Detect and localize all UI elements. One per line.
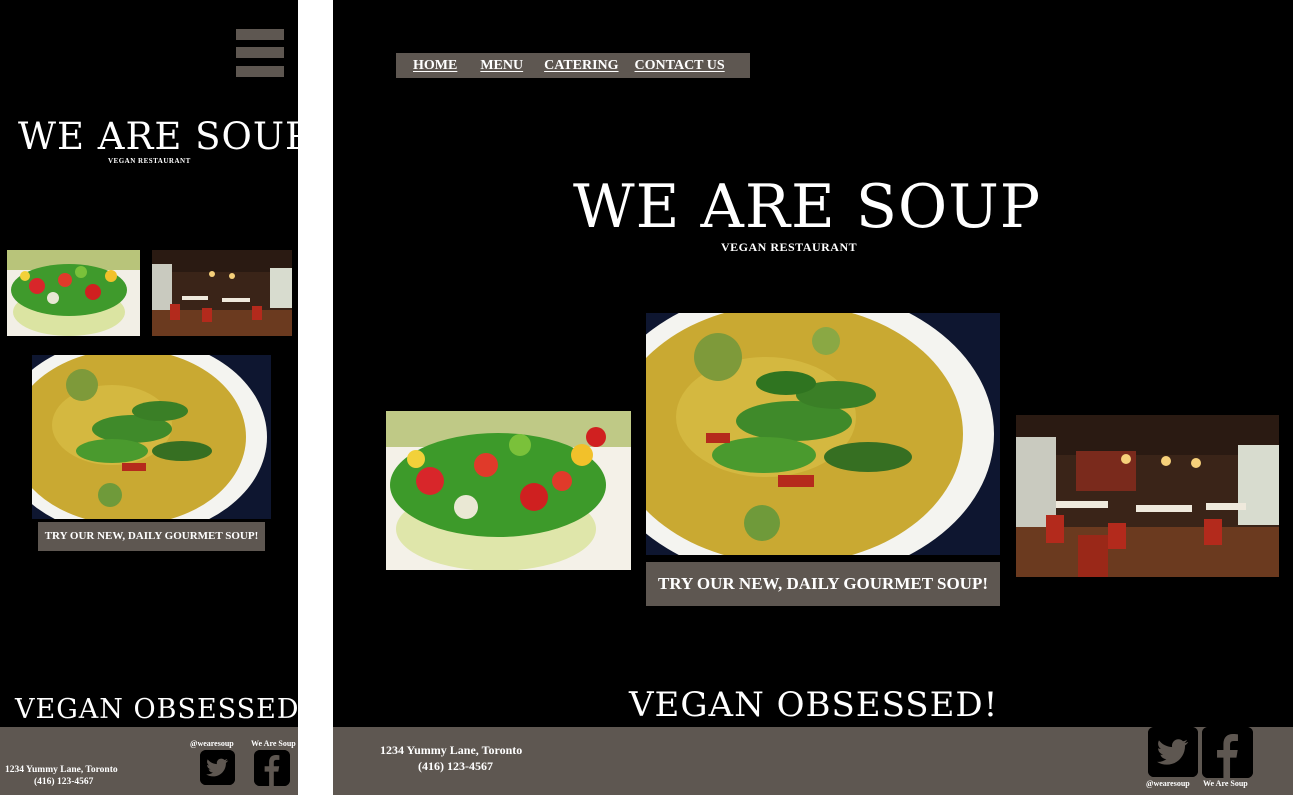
desktop-phone: (416) 123-4567 — [418, 759, 493, 773]
mobile-restaurant-photo — [152, 250, 292, 336]
desktop-promo-button[interactable]: TRY OUR NEW, DAILY GOURMET SOUP! — [646, 562, 1000, 606]
hamburger-menu-icon[interactable] — [236, 29, 284, 77]
nav-home-link[interactable]: HOME — [413, 58, 457, 74]
mobile-footer: @wearesoup We Are Soup 1234 Yummy Lane, … — [0, 727, 298, 795]
desktop-layout: HOME MENU CATERING CONTACT US WE ARE SOU… — [333, 0, 1293, 795]
mobile-promo-button[interactable]: TRY OUR NEW, DAILY GOURMET SOUP! — [38, 522, 265, 551]
desktop-slogan: VEGAN OBSESSED! — [629, 685, 999, 725]
nav-catering-link[interactable]: CATERING — [544, 58, 618, 74]
desktop-twitter-icon[interactable] — [1148, 727, 1198, 777]
desktop-brand-title: WE ARE SOUP — [573, 172, 1042, 242]
desktop-restaurant-photo — [1016, 415, 1279, 577]
desktop-soup-photo — [646, 313, 1000, 555]
desktop-footer: 1234 Yummy Lane, Toronto (416) 123-4567 … — [333, 727, 1293, 795]
desktop-salad-photo — [386, 411, 631, 570]
nav-contact-link[interactable]: CONTACT US — [635, 58, 725, 74]
nav-menu-link[interactable]: MENU — [480, 58, 523, 74]
mobile-soup-photo — [32, 355, 271, 519]
mobile-slogan: VEGAN OBSESSED! — [15, 694, 298, 725]
desktop-brand-tagline: VEGAN RESTAURANT — [721, 240, 858, 254]
main-nav: HOME MENU CATERING CONTACT US — [396, 53, 750, 78]
mobile-layout: WE ARE SOUP VEGAN RESTAURANT TRY OUR NEW… — [0, 0, 298, 795]
desktop-twitter-handle[interactable]: @wearesoup — [1146, 779, 1190, 788]
mobile-twitter-icon[interactable] — [200, 750, 235, 785]
mobile-twitter-handle[interactable]: @wearesoup — [190, 739, 234, 748]
mobile-address: 1234 Yummy Lane, Toronto — [5, 765, 118, 775]
mobile-brand-tagline: VEGAN RESTAURANT — [108, 157, 191, 165]
desktop-facebook-icon[interactable] — [1202, 727, 1253, 778]
desktop-facebook-name[interactable]: We Are Soup — [1203, 779, 1248, 788]
mobile-facebook-icon[interactable] — [254, 750, 290, 786]
mobile-facebook-name[interactable]: We Are Soup — [251, 739, 296, 748]
mobile-salad-photo — [7, 250, 140, 336]
mobile-brand-title: WE ARE SOUP — [18, 115, 298, 158]
mobile-phone: (416) 123-4567 — [34, 777, 94, 787]
desktop-address: 1234 Yummy Lane, Toronto — [380, 743, 523, 757]
